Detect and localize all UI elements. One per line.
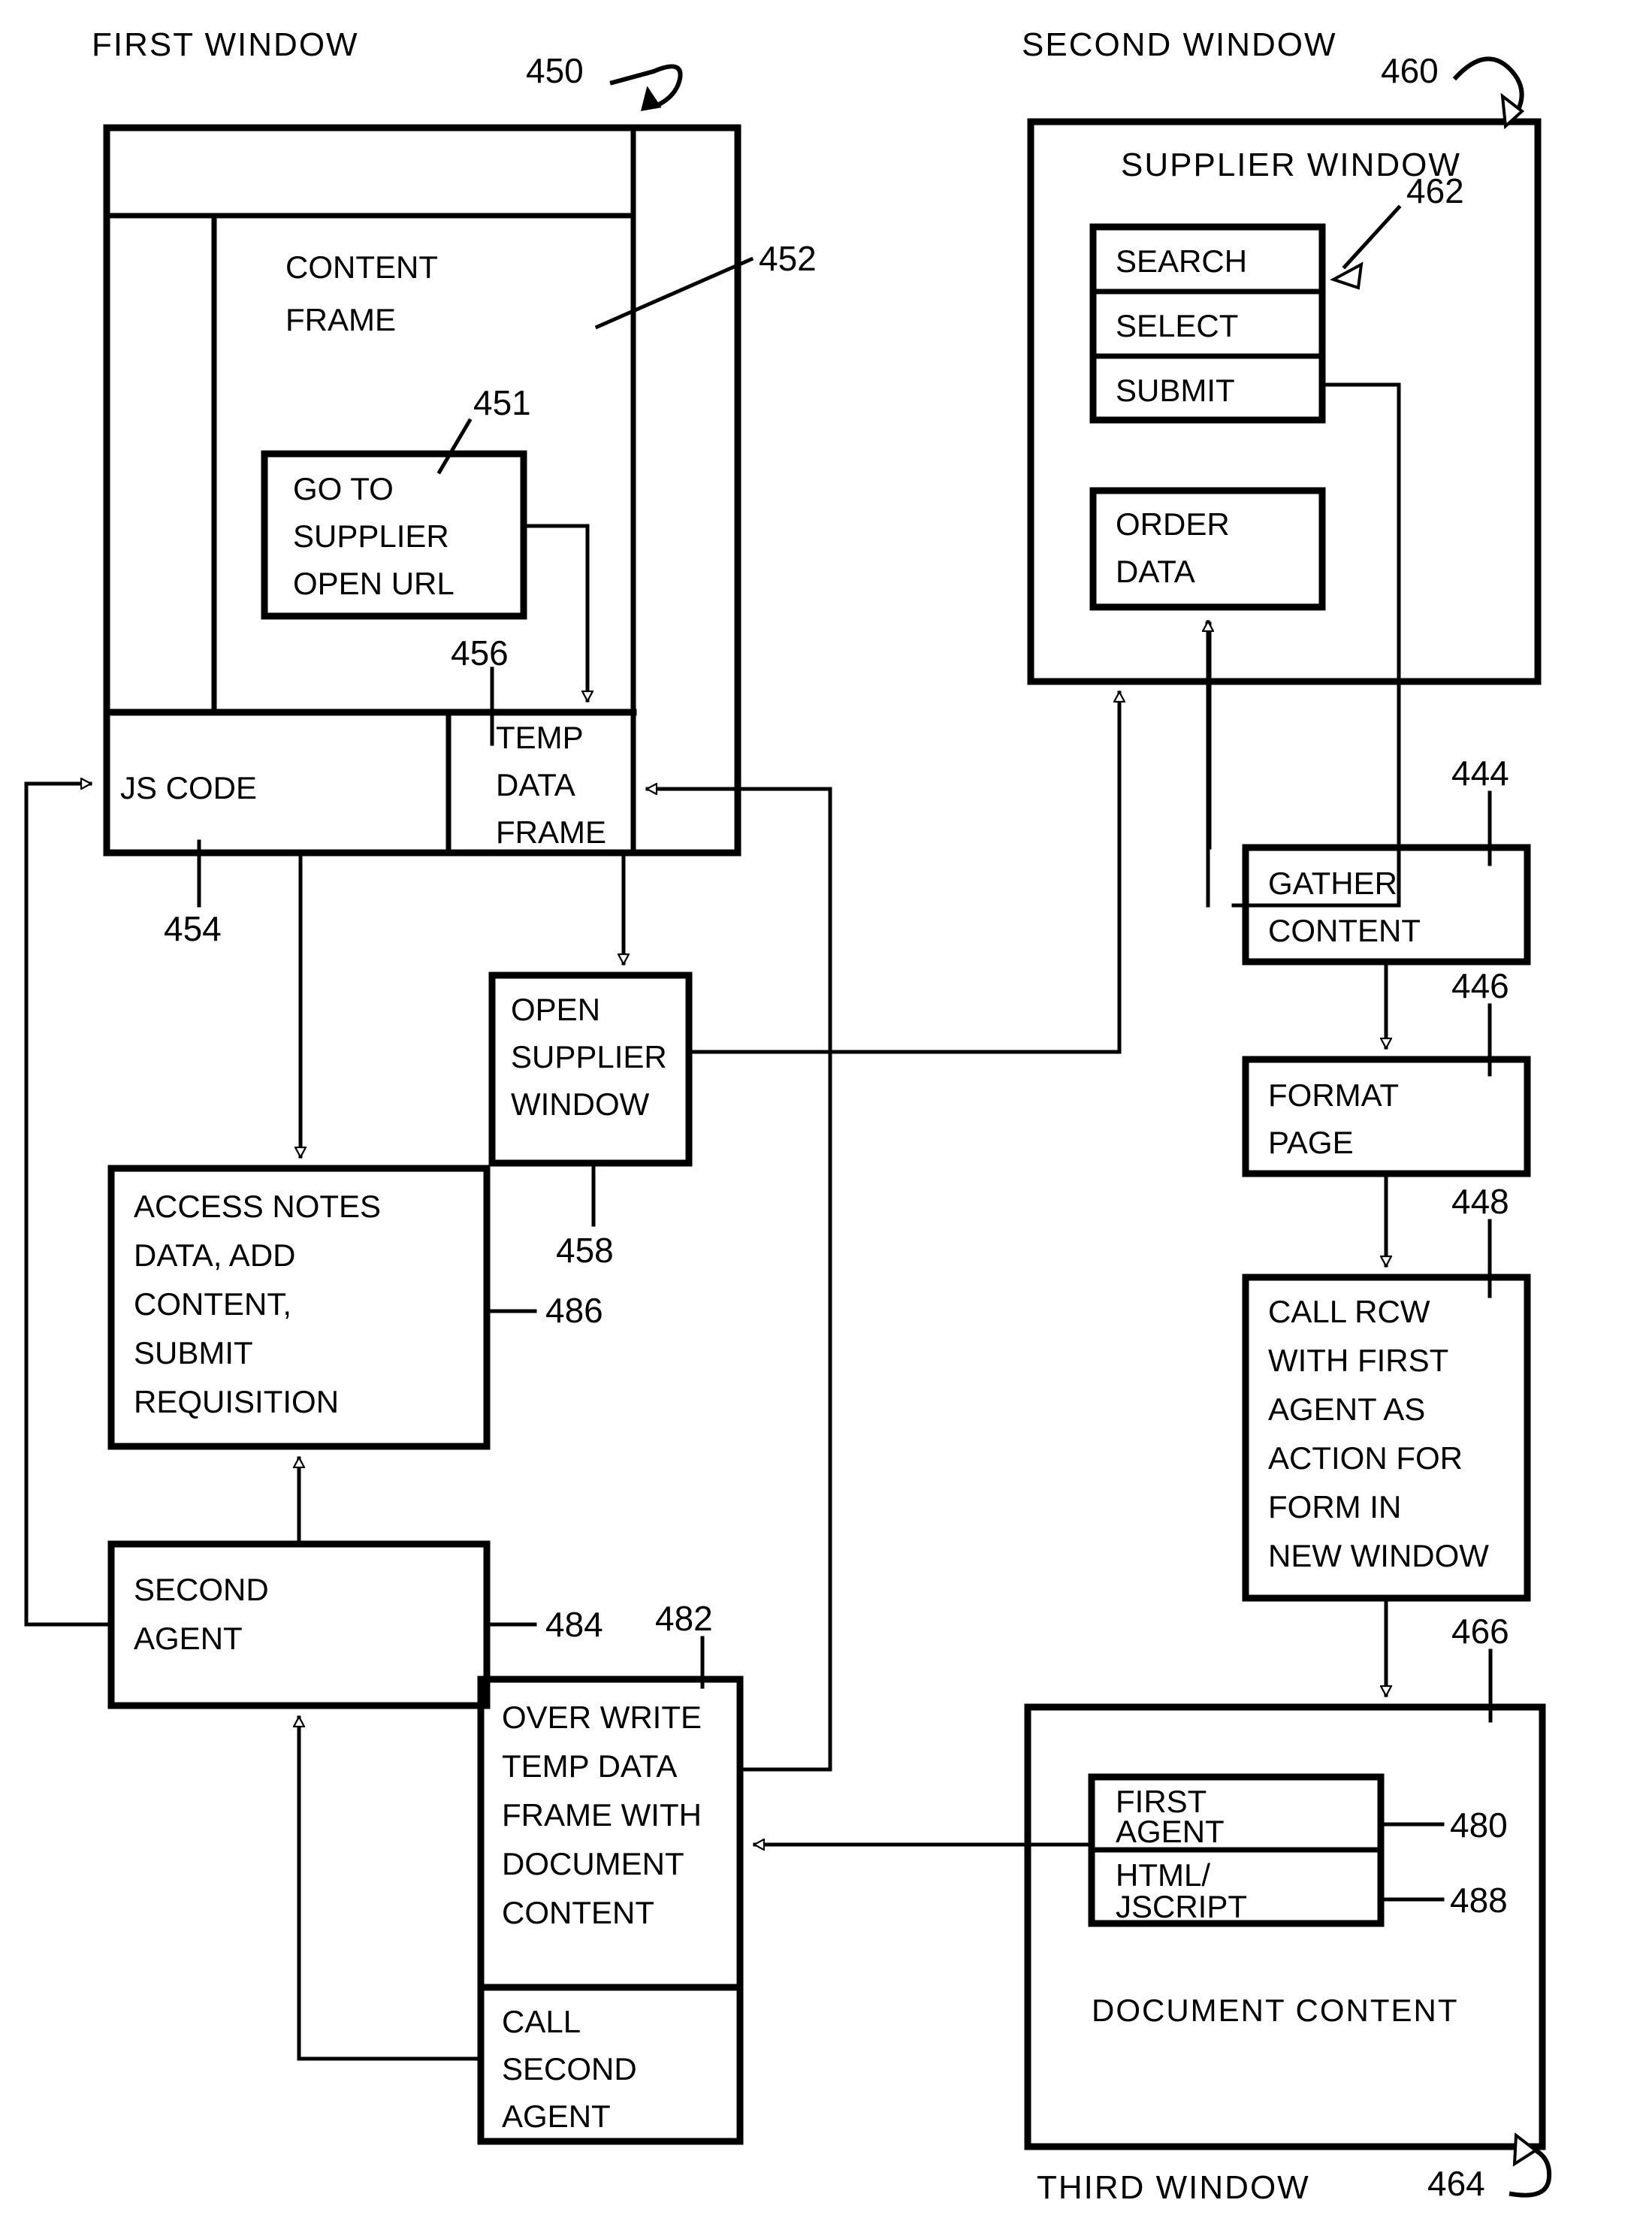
numeral-451: 451: [473, 383, 531, 422]
access-notes-line-4: SUBMIT: [134, 1335, 253, 1370]
format-page-line-2: PAGE: [1268, 1125, 1354, 1160]
content-frame-label: CONTENT: [285, 249, 438, 285]
numeral-454: 454: [164, 909, 222, 948]
access-notes-line-2: DATA, ADD: [134, 1237, 295, 1273]
access-notes-line-5: REQUISITION: [134, 1384, 339, 1419]
numeral-452: 452: [759, 239, 817, 278]
first-window-title: FIRST WINDOW: [92, 26, 359, 63]
second-agent-line-1: SECOND: [134, 1572, 269, 1607]
call-second-agent-line-3: AGENT: [502, 2099, 611, 2134]
call-rcw-line-4: ACTION FOR: [1268, 1440, 1463, 1476]
gather-content-line-1: GATHER: [1268, 866, 1397, 901]
access-notes-line-3: CONTENT,: [134, 1286, 291, 1322]
first-agent-line-2: AGENT: [1116, 1814, 1225, 1849]
order-data-line-1: ORDER: [1116, 506, 1230, 542]
numeral-480: 480: [1450, 1806, 1508, 1845]
open-supplier-window-line-3: WINDOW: [511, 1086, 650, 1122]
numeral-456: 456: [451, 633, 509, 672]
temp-data-frame-line-3: FRAME: [496, 814, 606, 850]
order-data-line-2: DATA: [1116, 554, 1195, 589]
html-jscript-line-2: JSCRIPT: [1116, 1889, 1247, 1924]
patent-figure-canvas: FIRST WINDOW SECOND WINDOW THIRD WINDOW …: [0, 0, 1652, 2215]
document-content-label: DOCUMENT CONTENT: [1092, 1993, 1459, 2028]
gather-content-line-2: CONTENT: [1268, 913, 1421, 948]
go-to-supplier-line-3: OPEN URL: [293, 566, 455, 601]
third-window-title: THIRD WINDOW: [1037, 2169, 1310, 2206]
submit-label: SUBMIT: [1116, 373, 1235, 408]
call-rcw-line-2: WITH FIRST: [1268, 1343, 1448, 1378]
numeral-446: 446: [1451, 966, 1509, 1005]
numeral-462: 462: [1406, 171, 1464, 210]
call-rcw-line-5: FORM IN: [1268, 1489, 1401, 1525]
select-label: SELECT: [1116, 308, 1238, 343]
search-label: SEARCH: [1116, 243, 1247, 279]
go-to-supplier-line-2: SUPPLIER: [293, 518, 449, 554]
numeral-464: 464: [1427, 2164, 1485, 2203]
numeral-482: 482: [655, 1599, 713, 1638]
numeral-466: 466: [1451, 1612, 1509, 1651]
go-to-supplier-line-1: GO TO: [293, 471, 394, 506]
over-write-line-1: OVER WRITE: [502, 1700, 702, 1735]
content-frame-label-2: FRAME: [285, 302, 396, 337]
call-second-agent-line-1: CALL: [502, 2004, 581, 2039]
html-jscript-line-1: HTML/: [1116, 1857, 1210, 1893]
call-rcw-line-1: CALL RCW: [1268, 1294, 1430, 1329]
numeral-488: 488: [1450, 1881, 1508, 1920]
second-window-title: SECOND WINDOW: [1022, 26, 1337, 63]
numeral-448: 448: [1451, 1182, 1509, 1221]
numeral-444: 444: [1451, 754, 1509, 793]
js-code-label: JS CODE: [120, 770, 257, 805]
third-window-frame: [1024, 1703, 1546, 2150]
format-page-line-1: FORMAT: [1268, 1077, 1399, 1113]
open-supplier-window-line-2: SUPPLIER: [511, 1039, 667, 1074]
numeral-460: 460: [1381, 51, 1439, 90]
over-write-line-4: DOCUMENT: [502, 1846, 684, 1881]
over-write-line-3: FRAME WITH: [502, 1797, 702, 1833]
over-write-line-2: TEMP DATA: [502, 1748, 677, 1784]
first-window-frame: [103, 124, 741, 857]
call-rcw-line-3: AGENT AS: [1268, 1392, 1425, 1427]
open-supplier-window-line-1: OPEN: [511, 992, 600, 1027]
diagram-svg: FIRST WINDOW SECOND WINDOW THIRD WINDOW …: [24, 26, 1552, 2206]
call-rcw-line-6: NEW WINDOW: [1268, 1538, 1489, 1573]
numeral-450: 450: [526, 51, 584, 90]
access-notes-line-1: ACCESS NOTES: [134, 1189, 381, 1224]
temp-data-frame-line-2: DATA: [496, 767, 575, 802]
second-agent-line-2: AGENT: [134, 1621, 243, 1656]
numeral-486: 486: [545, 1291, 603, 1330]
over-write-line-5: CONTENT: [502, 1895, 654, 1930]
numeral-484: 484: [545, 1605, 603, 1644]
temp-data-frame-line-1: TEMP: [496, 720, 584, 755]
call-second-agent-line-2: SECOND: [502, 2051, 637, 2087]
numeral-458: 458: [556, 1231, 614, 1270]
